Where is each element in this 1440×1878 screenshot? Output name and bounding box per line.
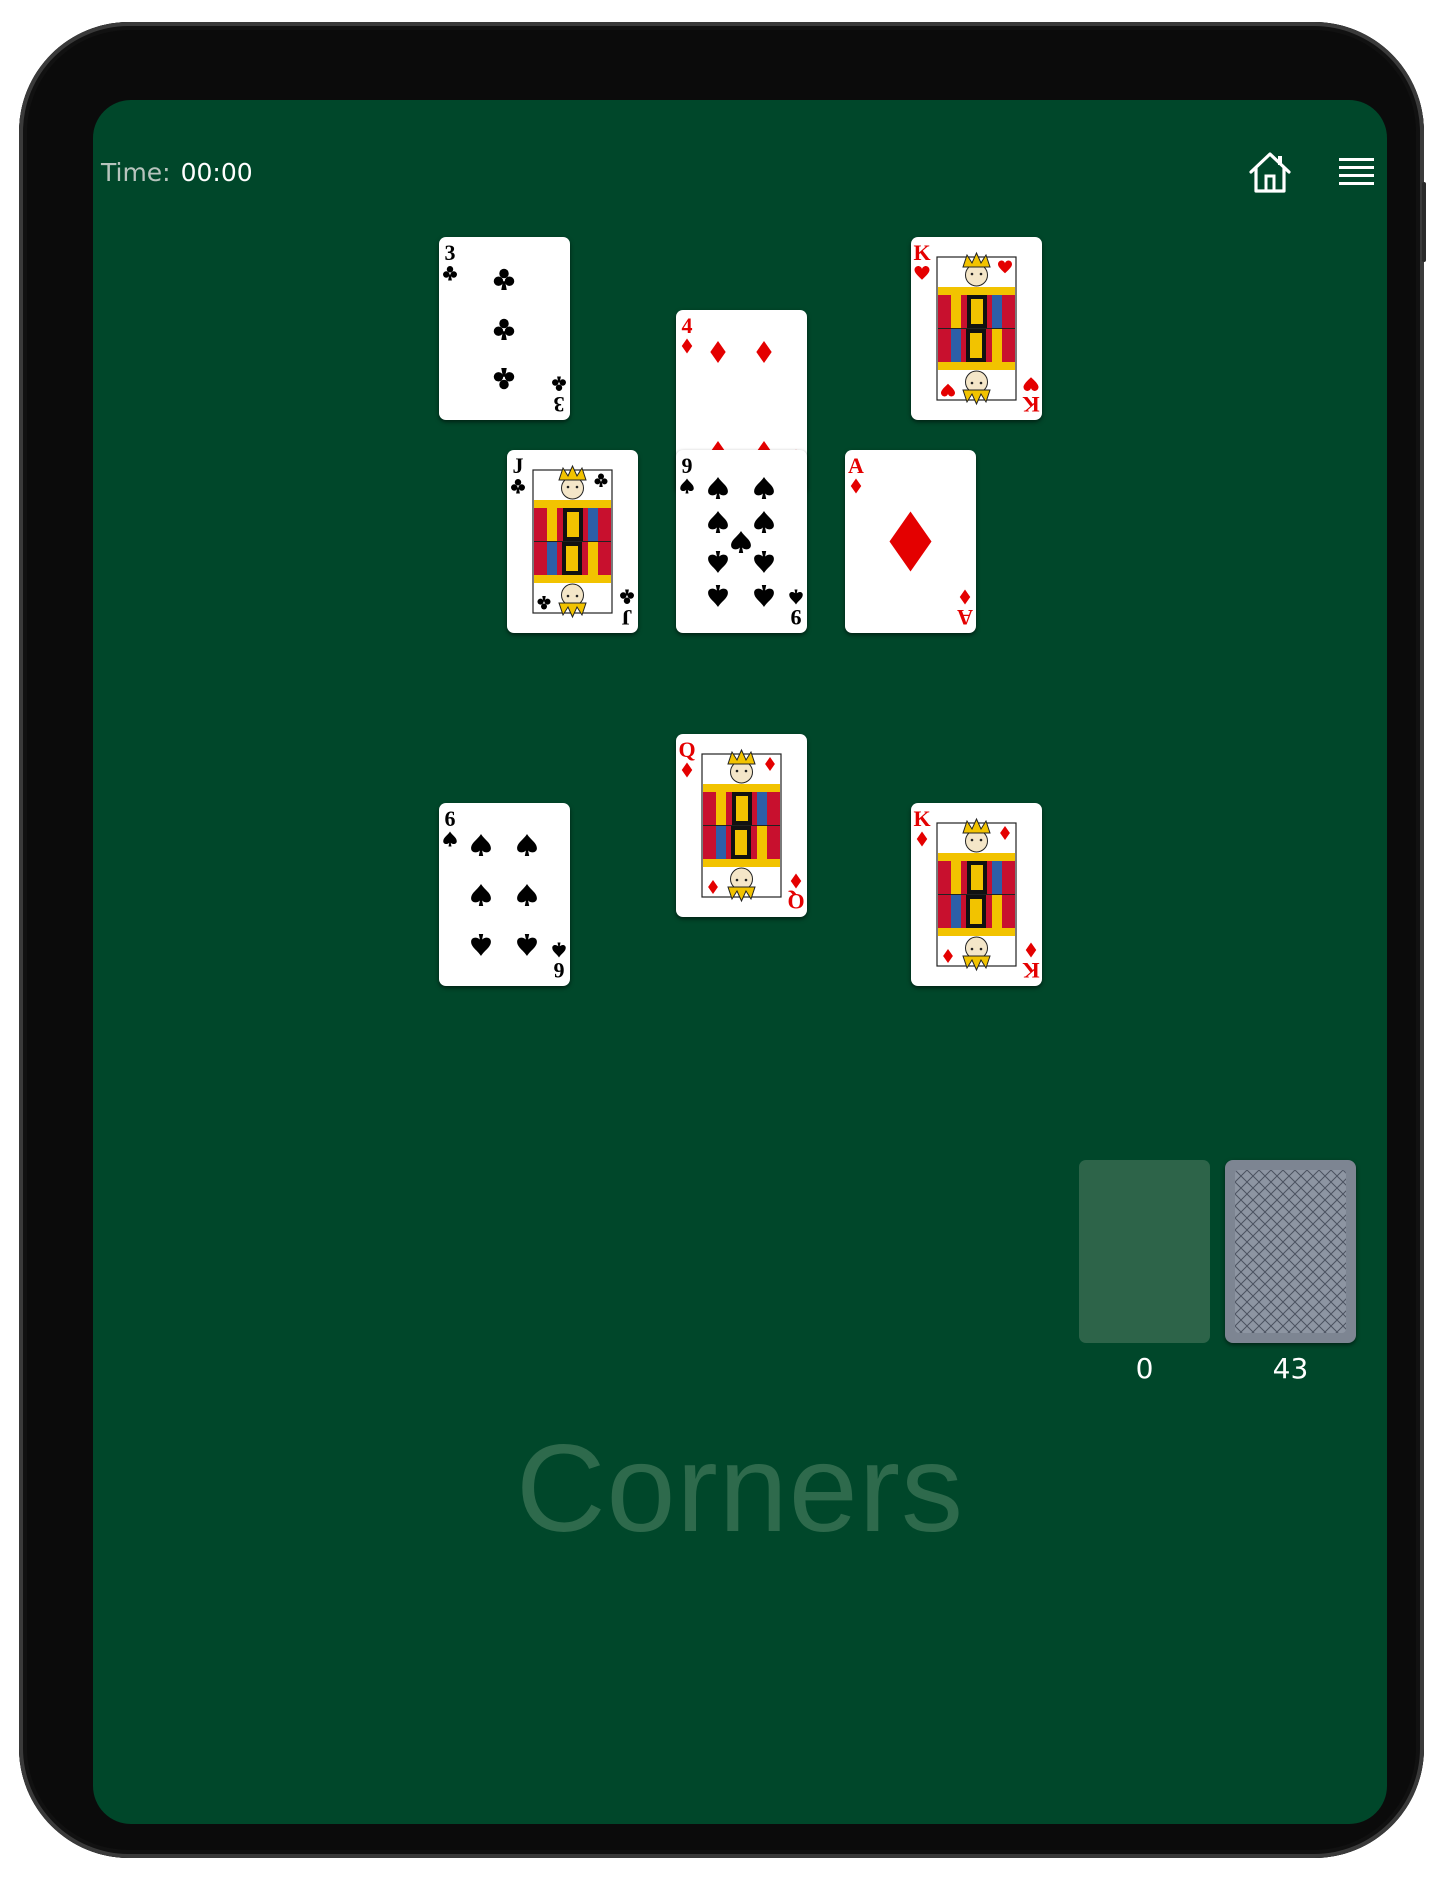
svg-text:6: 6	[554, 958, 565, 983]
card-q-of-diamonds[interactable]: QQ	[676, 734, 807, 917]
svg-text:9: 9	[791, 605, 802, 630]
card-back-pattern	[1235, 1170, 1346, 1333]
home-button[interactable]	[1242, 144, 1298, 200]
game-table: Time: 00:00 3344KKJJ99AAQQ66KK	[93, 100, 1387, 1824]
svg-text:J: J	[513, 453, 524, 478]
card-k-of-hearts[interactable]: KK	[911, 237, 1042, 420]
card-3-of-clubs[interactable]: 33	[439, 237, 570, 420]
card-k-of-diamonds[interactable]: KK	[911, 803, 1042, 986]
game-title: Corners	[515, 1420, 965, 1558]
card-j-of-clubs[interactable]: JJ	[507, 450, 638, 633]
svg-text:3: 3	[445, 240, 456, 265]
tablet-frame: Time: 00:00 3344KKJJ99AAQQ66KK	[19, 22, 1426, 1858]
timer-label: Time:	[101, 158, 171, 187]
card-9-of-spades[interactable]: 99	[676, 450, 807, 633]
svg-text:Q: Q	[678, 737, 695, 762]
svg-text:Q: Q	[787, 889, 804, 914]
home-icon	[1249, 152, 1291, 193]
svg-text:9: 9	[682, 453, 693, 478]
side-button	[1422, 182, 1426, 262]
timer: Time: 00:00	[101, 158, 253, 187]
waste-pile-empty[interactable]	[1079, 1160, 1210, 1343]
timer-value: 00:00	[180, 158, 253, 187]
card-6-of-spades[interactable]: 66	[439, 803, 570, 986]
svg-text:K: K	[913, 806, 930, 831]
waste-count: 0	[1135, 1352, 1154, 1385]
svg-text:4: 4	[682, 313, 693, 338]
card-a-of-diamonds[interactable]: AA	[845, 450, 976, 633]
svg-text:K: K	[1022, 392, 1039, 417]
svg-text:K: K	[1022, 958, 1039, 983]
stock-pile[interactable]	[1225, 1160, 1356, 1343]
menu-button[interactable]	[1329, 144, 1385, 200]
stock-count: 43	[1272, 1352, 1309, 1385]
hamburger-menu-icon	[1339, 158, 1374, 185]
svg-text:K: K	[913, 240, 930, 265]
svg-text:A: A	[957, 605, 973, 630]
svg-text:6: 6	[445, 806, 456, 831]
svg-text:A: A	[848, 453, 864, 478]
svg-text:3: 3	[554, 392, 565, 417]
svg-text:J: J	[622, 605, 633, 630]
